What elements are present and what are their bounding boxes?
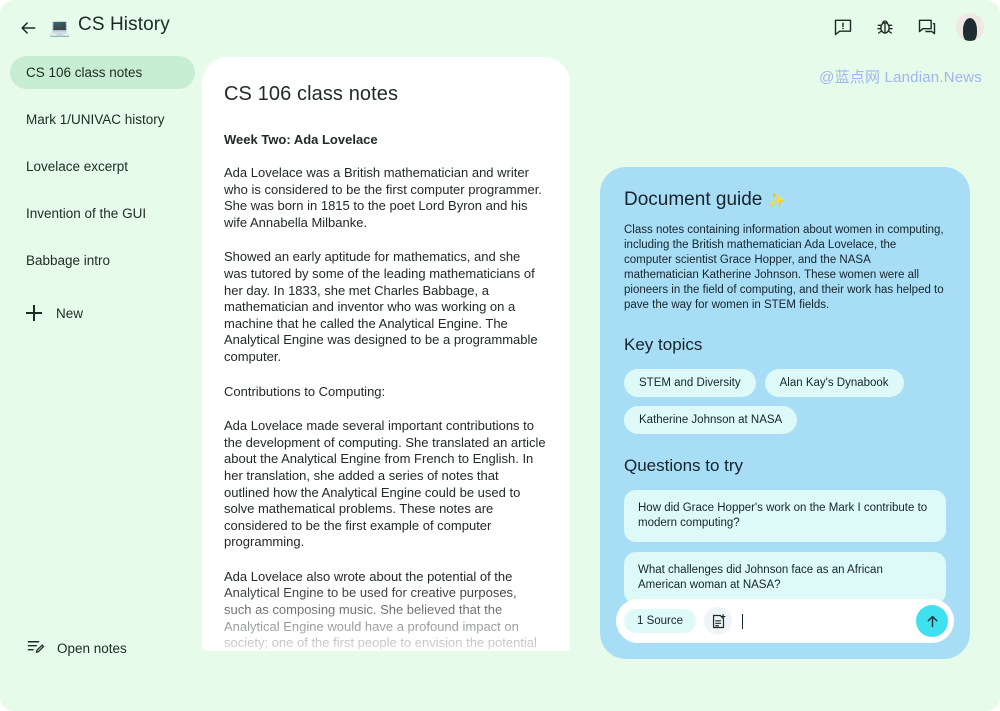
key-topics-heading: Key topics — [624, 335, 703, 354]
chat-input[interactable] — [742, 613, 912, 629]
top-bar-actions — [830, 13, 984, 41]
laptop-icon: 💻 — [49, 18, 71, 37]
new-note-button[interactable]: New — [10, 299, 195, 327]
open-notes-label: Open notes — [57, 640, 127, 656]
sidebar-item-cs-106-class-notes[interactable]: CS 106 class notes — [10, 56, 195, 89]
feedback-icon[interactable] — [830, 14, 856, 40]
avatar[interactable] — [956, 13, 984, 41]
document-paragraph: Ada Lovelace made several important cont… — [224, 418, 546, 550]
sidebar-item-label: Mark 1/UNIVAC history — [26, 112, 165, 127]
document-paragraph: Ada Lovelace was a British mathematician… — [224, 165, 542, 230]
document-paragraph: Ada Lovelace also wrote about the potent… — [224, 568, 537, 651]
plus-icon — [26, 305, 42, 321]
bug-report-icon[interactable] — [872, 14, 898, 40]
document-guide-title-text: Document guide — [624, 189, 763, 210]
key-topic-chip[interactable]: STEM and Diversity — [624, 369, 756, 397]
top-bar: 💻 CS History — [0, 0, 1000, 56]
key-topic-chip[interactable]: Katherine Johnson at NASA — [624, 406, 798, 434]
sidebar-item-label: Babbage intro — [26, 253, 111, 268]
suggested-question-card[interactable]: How did Grace Hopper's work on the Mark … — [624, 490, 946, 542]
document-paragraph: Showed an early aptitude for mathematics… — [224, 249, 538, 364]
sidebar-item-lovelace-excerpt[interactable]: Lovelace excerpt — [10, 150, 195, 183]
sidebar: CS 106 class notes Mark 1/UNIVAC history… — [0, 56, 205, 711]
composer-container: 1 Source — [600, 599, 970, 659]
document-guide-summary: Class notes containing information about… — [624, 224, 944, 311]
send-button[interactable] — [916, 605, 948, 637]
suggested-question-card[interactable]: What challenges did Johnson face as an A… — [624, 552, 946, 604]
document-card: CS 106 class notes Week Two: Ada Lovelac… — [202, 57, 570, 651]
sidebar-item-invention-of-the-gui[interactable]: Invention of the GUI — [10, 197, 195, 230]
document-paragraph: Contributions to Computing: — [224, 383, 386, 399]
document-guide-panel: Document guide ✨ Class notes containing … — [600, 167, 970, 659]
page-title: CS History — [78, 14, 170, 35]
watermark: @蓝点网 Landian.News — [819, 69, 982, 86]
document-subtitle: Week Two: Ada Lovelace — [224, 132, 378, 147]
source-count-chip[interactable]: 1 Source — [624, 609, 697, 633]
document-guide-body: Document guide ✨ Class notes containing … — [600, 167, 970, 604]
sidebar-item-mark-1-univac-history[interactable]: Mark 1/UNIVAC history — [10, 103, 195, 136]
sidebar-item-label: CS 106 class notes — [26, 65, 143, 80]
questions-to-try-heading: Questions to try — [624, 456, 744, 475]
sidebar-item-label: Lovelace excerpt — [26, 159, 129, 174]
chat-icon[interactable] — [914, 14, 940, 40]
sparkles-icon: ✨ — [768, 191, 786, 208]
text-caret — [742, 613, 744, 629]
open-notes-button[interactable]: Open notes — [26, 637, 127, 659]
document-title: CS 106 class notes — [224, 83, 399, 105]
edit-note-icon — [26, 637, 45, 659]
key-topics-chips: STEM and Diversity Alan Kay's Dynabook K… — [624, 369, 946, 434]
sidebar-item-babbage-intro[interactable]: Babbage intro — [10, 244, 195, 277]
document-content[interactable]: CS 106 class notes Week Two: Ada Lovelac… — [202, 57, 570, 651]
add-note-icon[interactable] — [704, 607, 733, 635]
back-arrow-icon[interactable] — [16, 16, 40, 40]
new-note-label: New — [56, 305, 84, 321]
app-window: 💻 CS History @蓝点网 Landian.News CS 106 cl… — [0, 0, 1000, 711]
document-guide-title: Document guide ✨ — [624, 189, 946, 211]
key-topic-chip[interactable]: Alan Kay's Dynabook — [764, 369, 904, 397]
composer-bar: 1 Source — [616, 599, 954, 643]
sidebar-item-label: Invention of the GUI — [26, 206, 147, 221]
